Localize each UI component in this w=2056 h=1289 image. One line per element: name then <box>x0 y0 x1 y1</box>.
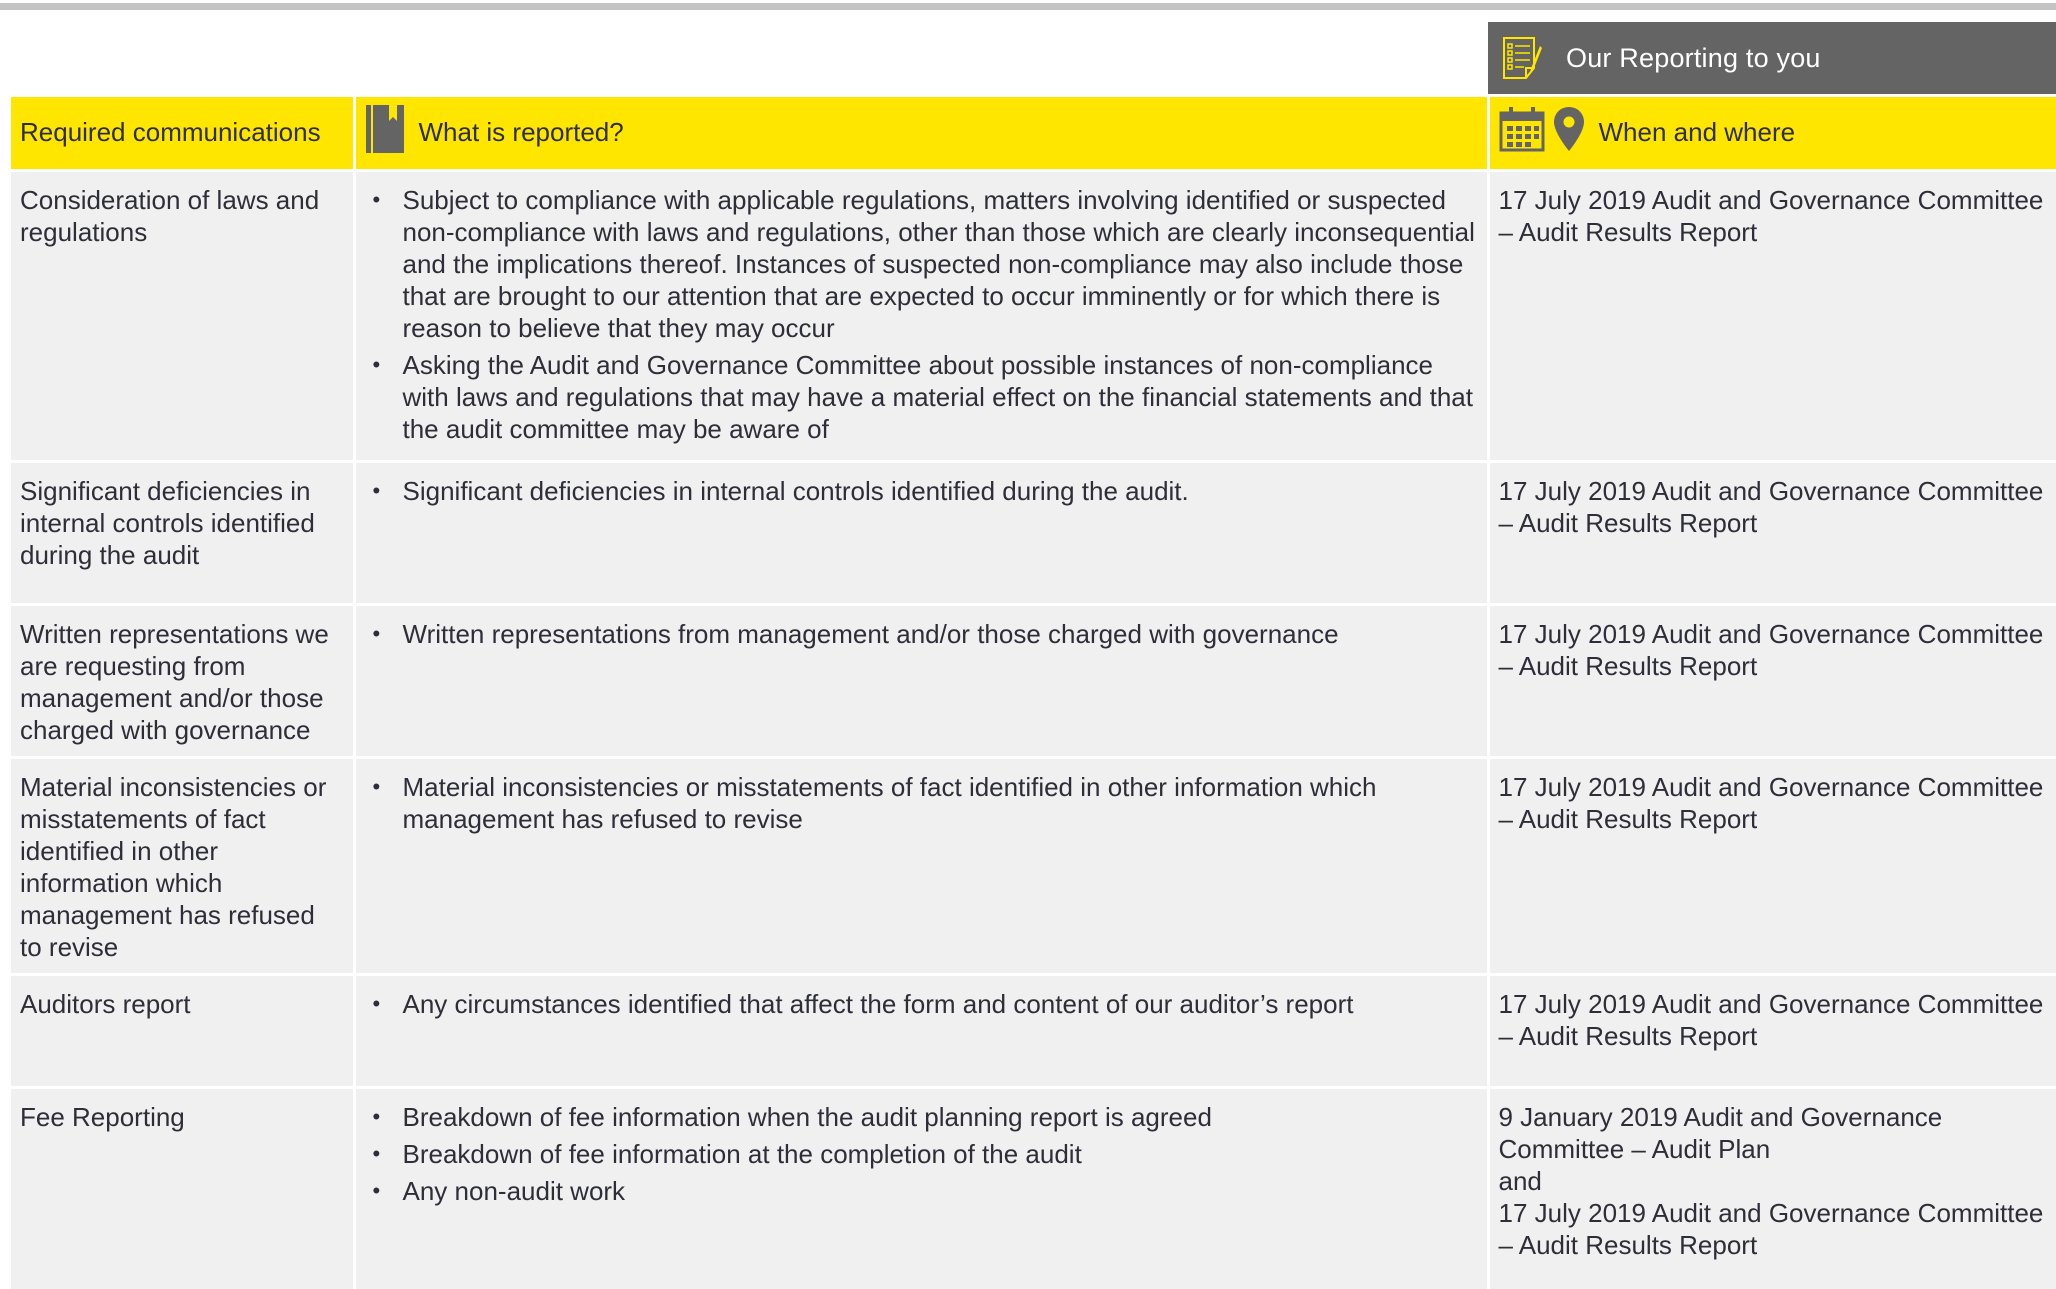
when-cell: 17 July 2019 Audit and Governance Commit… <box>1488 459 2056 604</box>
when-text: 17 July 2019 Audit and Governance Commit… <box>1498 618 2044 681</box>
reported-list: Material inconsistencies or misstatement… <box>365 771 1477 835</box>
list-item: Any circumstances identified that affect… <box>365 988 1477 1020</box>
calendar-icon <box>1499 106 1545 159</box>
list-item: Written representations from management … <box>365 618 1477 650</box>
required-cell: Written representations we are requestin… <box>11 602 356 757</box>
required-cell: Material inconsistencies or misstatement… <box>11 755 356 974</box>
list-item: Any non-audit work <box>365 1175 1477 1207</box>
when-text: 17 July 2019 Audit and Governance Commit… <box>1498 771 2044 834</box>
reported-cell: Any circumstances identified that affect… <box>354 972 1490 1087</box>
communications-table: Required communications What is reported… <box>11 97 2056 1289</box>
when-cell: 17 July 2019 Audit and Governance Commit… <box>1488 972 2056 1087</box>
reported-list: Significant deficiencies in internal con… <box>365 475 1477 507</box>
table-row: Significant deficiencies in internal con… <box>11 459 2056 604</box>
when-cell: 17 July 2019 Audit and Governance Commit… <box>1488 755 2056 974</box>
reported-list: Written representations from management … <box>365 618 1477 650</box>
location-pin-icon <box>1553 106 1585 159</box>
notebook-icon <box>365 104 405 161</box>
table-row: Auditors report Any circumstances identi… <box>11 972 2056 1087</box>
header-required-communications: Required communications <box>11 97 356 170</box>
reported-list: Subject to compliance with applicable re… <box>365 184 1477 445</box>
table-row: Material inconsistencies or misstatement… <box>11 755 2056 974</box>
header-what-is-reported: What is reported? <box>354 97 1490 170</box>
when-text: 9 January 2019 Audit and Governance Comm… <box>1498 1101 1943 1164</box>
when-cell: 17 July 2019 Audit and Governance Commit… <box>1488 602 2056 757</box>
report-checklist-icon <box>1500 36 1544 80</box>
when-cell: 17 July 2019 Audit and Governance Commit… <box>1488 168 2056 461</box>
reported-cell: Breakdown of fee information when the au… <box>354 1085 1490 1289</box>
reported-cell: Subject to compliance with applicable re… <box>354 168 1490 461</box>
reported-cell: Material inconsistencies or misstatement… <box>354 755 1490 974</box>
table-header-row: Required communications What is reported… <box>11 97 2056 170</box>
list-item: Asking the Audit and Governance Committe… <box>365 349 1477 445</box>
reporting-banner: Our Reporting to you <box>1488 22 2056 94</box>
reported-list: Any circumstances identified that affect… <box>365 988 1477 1020</box>
header-when-label: When and where <box>1598 117 1796 148</box>
table-row: Fee Reporting Breakdown of fee informati… <box>11 1085 2056 1289</box>
when-conjunction: and <box>1498 1165 1542 1196</box>
reported-list: Breakdown of fee information when the au… <box>365 1101 1477 1207</box>
required-cell: Significant deficiencies in internal con… <box>11 459 356 604</box>
when-cell: 9 January 2019 Audit and Governance Comm… <box>1488 1085 2056 1289</box>
reported-cell: Significant deficiencies in internal con… <box>354 459 1490 604</box>
list-item: Subject to compliance with applicable re… <box>365 184 1477 344</box>
table-row: Consideration of laws and regulations Su… <box>11 168 2056 461</box>
list-item: Significant deficiencies in internal con… <box>365 475 1477 507</box>
header-when-and-where: When and where <box>1488 97 2056 170</box>
required-cell: Consideration of laws and regulations <box>11 168 356 461</box>
banner-title: Our Reporting to you <box>1566 42 1821 73</box>
table-row: Written representations we are requestin… <box>11 602 2056 757</box>
list-item: Breakdown of fee information at the comp… <box>365 1138 1477 1170</box>
when-text: 17 July 2019 Audit and Governance Commit… <box>1498 988 2044 1051</box>
required-cell: Auditors report <box>11 972 356 1087</box>
when-text: 17 July 2019 Audit and Governance Commit… <box>1498 475 2044 538</box>
header-what-label: What is reported? <box>418 117 624 148</box>
reported-cell: Written representations from management … <box>354 602 1490 757</box>
when-text: 17 July 2019 Audit and Governance Commit… <box>1498 184 2044 247</box>
when-text: 17 July 2019 Audit and Governance Commit… <box>1498 1197 2044 1260</box>
list-item: Material inconsistencies or misstatement… <box>365 771 1477 835</box>
top-divider-rule <box>0 3 2056 10</box>
header-required-label: Required communications <box>20 117 321 148</box>
required-cell: Fee Reporting <box>11 1085 356 1289</box>
list-item: Breakdown of fee information when the au… <box>365 1101 1477 1133</box>
